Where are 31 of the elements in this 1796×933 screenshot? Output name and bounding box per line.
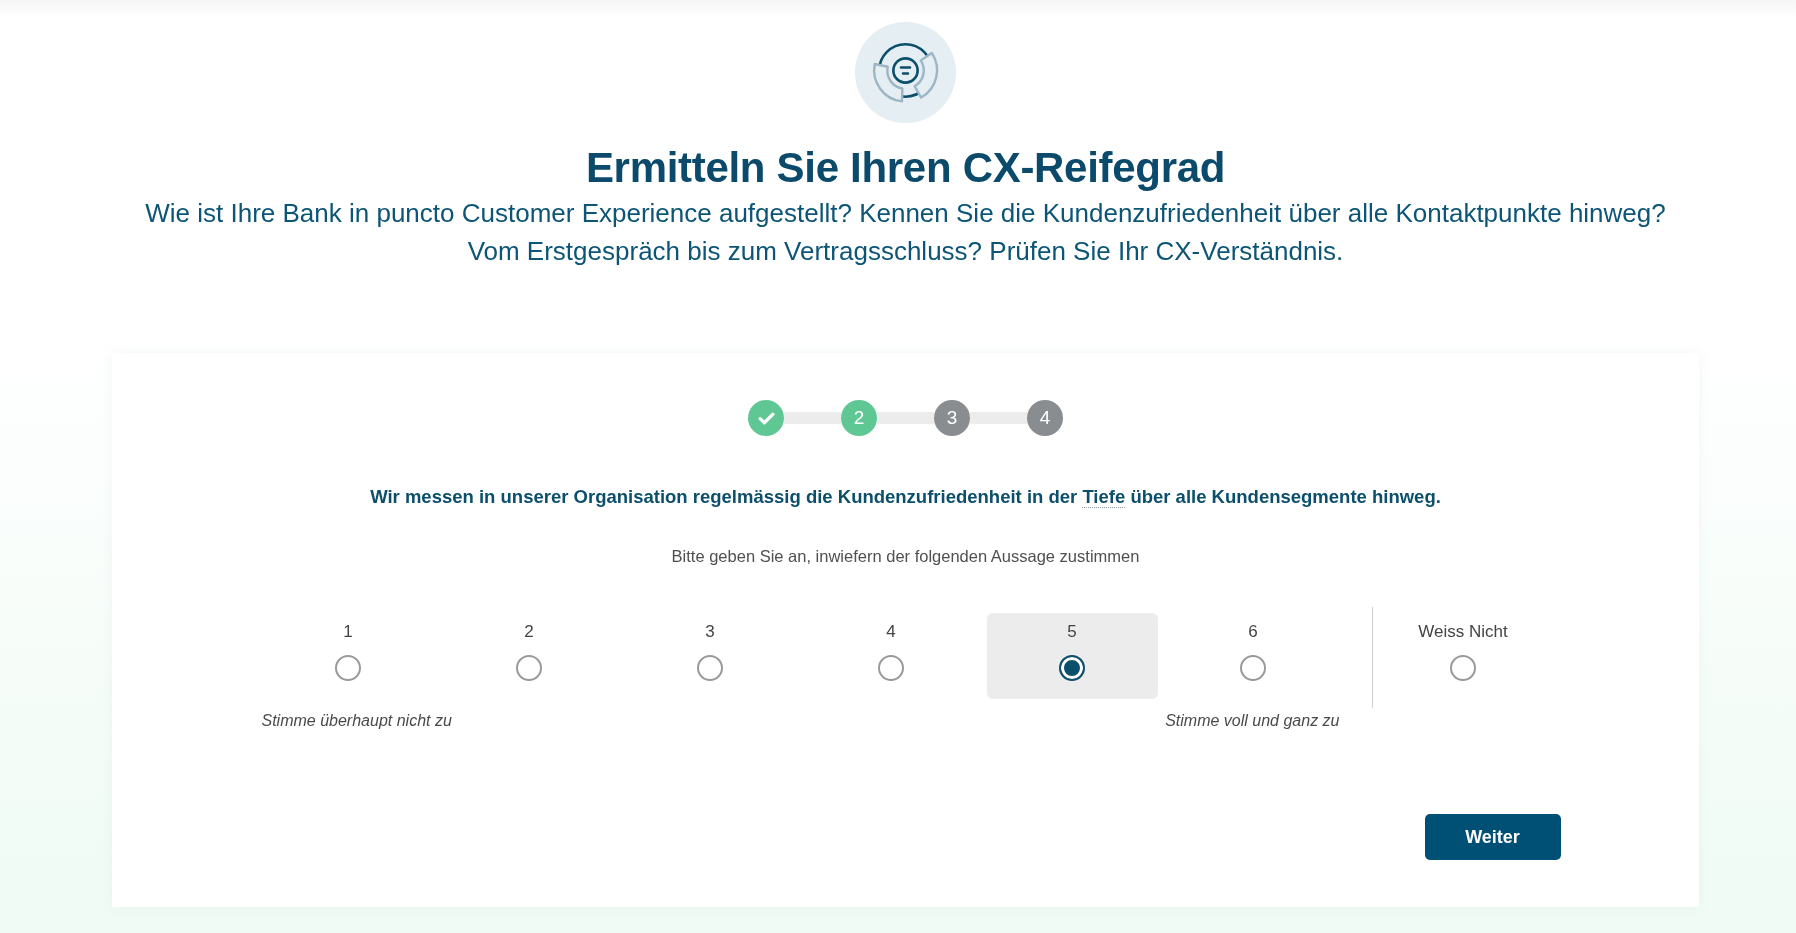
- subtitle-line: Wie ist Ihre Bank in puncto Customer Experience aufgestellt? Kennen Sie die Kundenzufriedenheit über alle Kontaktpunkte hinweg?: [145, 197, 1666, 230]
- radio-button[interactable]: [1059, 655, 1085, 681]
- radio-button[interactable]: [1240, 655, 1266, 681]
- option-label: 5: [1067, 622, 1077, 642]
- subtitle-line: Vom Erstgespräch bis zum Vertragsschluss? Prüfen Sie Ihr CX-Verständnis.: [467, 235, 1344, 268]
- glossary-term[interactable]: Tiefe: [1082, 486, 1126, 508]
- step-indicator: 4: [1027, 400, 1063, 436]
- radio-button[interactable]: [1450, 655, 1476, 681]
- check-icon: [757, 411, 775, 425]
- step-indicator: 2: [841, 400, 877, 436]
- step-indicator: 3: [934, 400, 970, 436]
- option-label: 2: [524, 622, 534, 642]
- radio-button[interactable]: [516, 655, 542, 681]
- step-connector: [784, 412, 841, 424]
- instruction-text: Bitte geben Sie an, inwiefern der folgenden Aussage zustimmen: [671, 546, 1140, 567]
- radio-button[interactable]: [335, 655, 361, 681]
- next-button[interactable]: Weiter: [1424, 814, 1561, 860]
- option-label: Weiss Nicht: [1418, 622, 1508, 642]
- radio-button[interactable]: [878, 655, 904, 681]
- option-label: 6: [1248, 622, 1258, 642]
- option-label: 4: [886, 622, 896, 642]
- scale-max-label: Stimme voll und ganz zu: [1165, 711, 1340, 731]
- scale-min-label: Stimme überhaupt nicht zu: [261, 711, 452, 731]
- option-label: 3: [705, 622, 715, 642]
- option-label: 1: [343, 622, 353, 642]
- radio-button[interactable]: [697, 655, 723, 681]
- step-connector: [970, 412, 1027, 424]
- question-text: Wir messen in unserer Organisation regelmässig die Kundenzufriedenheit in der Tiefe über alle Kundensegmente hinweg.: [370, 485, 1441, 510]
- logo-icon: [855, 22, 956, 123]
- step-connector: [877, 412, 934, 424]
- page-title: Ermitteln Sie Ihren CX-Reifegrad: [585, 143, 1226, 193]
